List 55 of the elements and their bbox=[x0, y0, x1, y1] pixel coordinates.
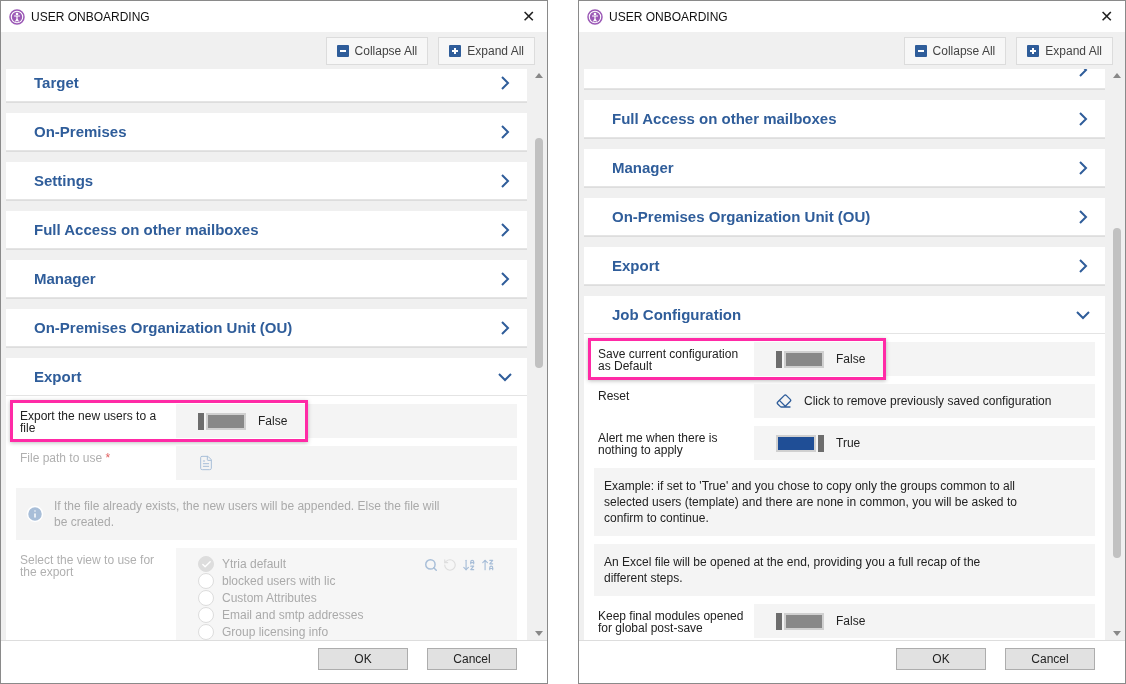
view-option: Group licensing info bbox=[222, 624, 329, 640]
scroll-down-icon[interactable] bbox=[1113, 631, 1121, 636]
scroll-up-icon[interactable] bbox=[1113, 73, 1121, 78]
view-option: Custom Attributes bbox=[222, 590, 317, 606]
scroll-up-icon[interactable] bbox=[535, 73, 543, 78]
field-label: File path to use * bbox=[19, 450, 112, 467]
plus-icon bbox=[1027, 44, 1040, 57]
toggle-value: False bbox=[836, 614, 866, 628]
field-label: Select the view to use for the export bbox=[19, 552, 156, 581]
close-button[interactable]: ✕ bbox=[1096, 7, 1117, 26]
field-label: Export the new users to a file bbox=[19, 408, 158, 437]
view-option: Ytria default bbox=[222, 556, 287, 572]
sort-descending-icon[interactable] bbox=[481, 558, 495, 572]
expand-all-button[interactable]: Expand All bbox=[438, 36, 535, 65]
close-button[interactable]: ✕ bbox=[518, 7, 539, 26]
field-label: Reset bbox=[597, 388, 631, 405]
toggle-switch[interactable] bbox=[776, 612, 824, 630]
scroll-down-icon[interactable] bbox=[535, 631, 543, 636]
collapse-all-button[interactable]: Collapse All bbox=[903, 36, 1007, 65]
scroll-thumb[interactable] bbox=[1113, 228, 1121, 558]
view-option: blocked users with lic bbox=[222, 573, 336, 589]
info-text: If the file already exists, the new users will be appended. Else the file will be created. bbox=[54, 498, 441, 530]
app-logo-icon bbox=[587, 8, 603, 25]
window-title: USER ONBOARDING bbox=[31, 9, 151, 24]
file-icon[interactable] bbox=[198, 455, 214, 471]
note-text: An Excel file will be opened at the end, providing you a full recap of the different steps. bbox=[604, 554, 982, 586]
cancel-button[interactable]: Cancel bbox=[427, 648, 517, 670]
eraser-icon bbox=[776, 393, 792, 409]
undo-icon[interactable] bbox=[443, 558, 457, 572]
ok-button[interactable]: OK bbox=[318, 648, 408, 670]
ok-button[interactable]: OK bbox=[896, 648, 986, 670]
toggle-switch[interactable] bbox=[198, 412, 246, 430]
toggle-value: True bbox=[836, 436, 861, 450]
scroll-thumb[interactable] bbox=[535, 138, 543, 368]
toggle-value: False bbox=[258, 414, 288, 428]
expand-all-button[interactable]: Expand All bbox=[1016, 36, 1113, 65]
cancel-button[interactable]: Cancel bbox=[1005, 648, 1095, 670]
collapse-all-button[interactable]: Collapse All bbox=[325, 36, 429, 65]
toggle-switch[interactable] bbox=[776, 350, 824, 368]
toggle-switch[interactable] bbox=[776, 434, 824, 452]
minus-icon bbox=[336, 44, 349, 57]
note-text: Example: if set to 'True' and you chose to copy only the groups common to all selected users (template) and there are none in common, you will be asked to confirm to continue. bbox=[604, 478, 1018, 526]
info-icon bbox=[26, 505, 44, 523]
field-label: Save current configuration as Default bbox=[597, 346, 740, 375]
plus-icon bbox=[449, 44, 462, 57]
minus-icon bbox=[914, 44, 927, 57]
field-label: Alert me when there is nothing to apply bbox=[597, 430, 719, 459]
toggle-value: False bbox=[836, 352, 866, 366]
window-title: USER ONBOARDING bbox=[609, 9, 729, 24]
sort-ascending-icon[interactable] bbox=[462, 558, 476, 572]
field-label: Keep final modules opened for global post-save bbox=[597, 608, 745, 637]
app-logo-icon bbox=[9, 8, 25, 25]
view-option: Email and smtp addresses bbox=[222, 607, 364, 623]
check-icon bbox=[200, 558, 212, 570]
search-icon[interactable] bbox=[424, 558, 438, 572]
